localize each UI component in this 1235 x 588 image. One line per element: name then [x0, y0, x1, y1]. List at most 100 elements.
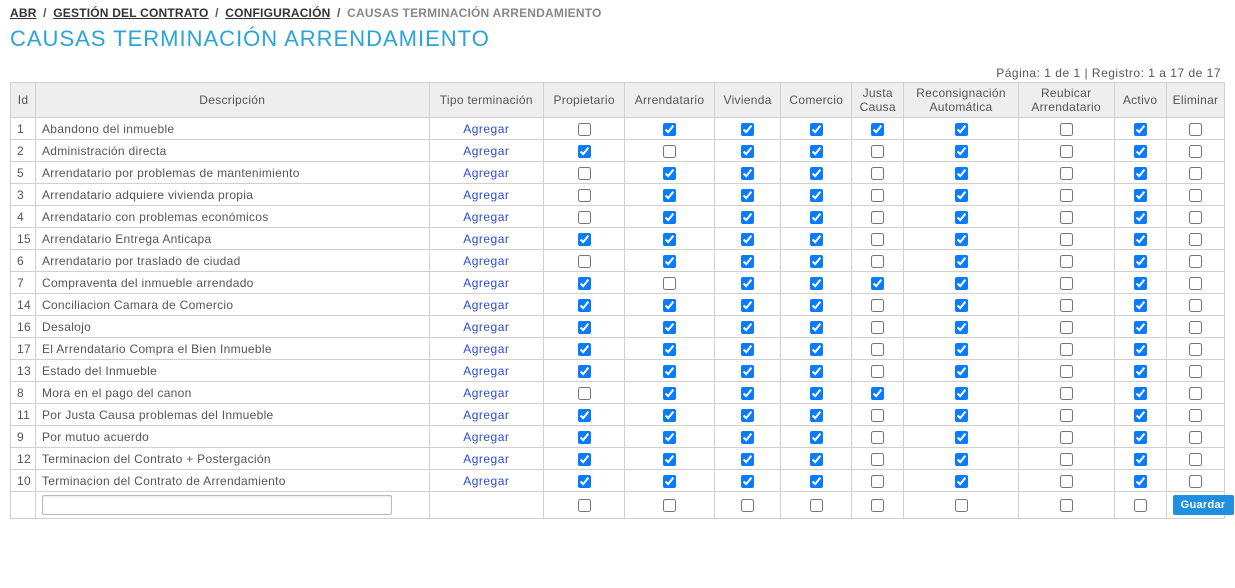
chk-vivienda[interactable] [741, 387, 754, 400]
chk-propietario[interactable] [578, 145, 591, 158]
chk-arrendatario[interactable] [663, 123, 676, 136]
chk-vivienda[interactable] [741, 189, 754, 202]
chk-propietario[interactable] [578, 453, 591, 466]
chk-reubicar[interactable] [1060, 255, 1073, 268]
chk-comercio[interactable] [810, 453, 823, 466]
chk-propietario[interactable] [578, 233, 591, 246]
chk-reubicar[interactable] [1060, 299, 1073, 312]
chk-reconsignacion[interactable] [955, 453, 968, 466]
chk-propietario[interactable] [578, 277, 591, 290]
chk-reconsignacion[interactable] [955, 321, 968, 334]
chk-arrendatario[interactable] [663, 233, 676, 246]
chk-reubicar[interactable] [1060, 189, 1073, 202]
chk-comercio[interactable] [810, 431, 823, 444]
chk-vivienda[interactable] [741, 233, 754, 246]
chk-reubicar[interactable] [1060, 277, 1073, 290]
chk-propietario[interactable] [578, 167, 591, 180]
chk-eliminar[interactable] [1189, 453, 1202, 466]
chk-comercio[interactable] [810, 189, 823, 202]
chk-justa-causa[interactable] [871, 365, 884, 378]
chk-justa-causa[interactable] [871, 255, 884, 268]
chk-activo[interactable] [1134, 211, 1147, 224]
agregar-link[interactable]: Agregar [463, 166, 509, 180]
chk-activo[interactable] [1134, 409, 1147, 422]
chk-justa-causa[interactable] [871, 211, 884, 224]
chk-reubicar[interactable] [1060, 145, 1073, 158]
chk-reconsignacion[interactable] [955, 233, 968, 246]
chk-eliminar[interactable] [1189, 409, 1202, 422]
chk-reconsignacion[interactable] [955, 387, 968, 400]
chk-reconsignacion[interactable] [955, 431, 968, 444]
chk-vivienda[interactable] [741, 145, 754, 158]
chk-propietario[interactable] [578, 211, 591, 224]
chk-activo[interactable] [1134, 167, 1147, 180]
chk-justa-causa[interactable] [871, 233, 884, 246]
chk-eliminar[interactable] [1189, 431, 1202, 444]
chk-activo[interactable] [1134, 321, 1147, 334]
chk-comercio[interactable] [810, 299, 823, 312]
chk-vivienda[interactable] [741, 365, 754, 378]
agregar-link[interactable]: Agregar [463, 320, 509, 334]
chk-activo[interactable] [1134, 277, 1147, 290]
chk-comercio[interactable] [810, 277, 823, 290]
chk-activo[interactable] [1134, 499, 1147, 512]
chk-reubicar[interactable] [1060, 343, 1073, 356]
chk-vivienda[interactable] [741, 277, 754, 290]
chk-activo[interactable] [1134, 343, 1147, 356]
agregar-link[interactable]: Agregar [463, 210, 509, 224]
chk-eliminar[interactable] [1189, 343, 1202, 356]
chk-vivienda[interactable] [741, 211, 754, 224]
chk-reubicar[interactable] [1060, 123, 1073, 136]
chk-propietario[interactable] [578, 409, 591, 422]
chk-propietario[interactable] [578, 499, 591, 512]
chk-arrendatario[interactable] [663, 145, 676, 158]
agregar-link[interactable]: Agregar [463, 276, 509, 290]
breadcrumb-config[interactable]: CONFIGURACIÓN [225, 6, 330, 20]
chk-comercio[interactable] [810, 145, 823, 158]
chk-reubicar[interactable] [1060, 167, 1073, 180]
chk-reubicar[interactable] [1060, 365, 1073, 378]
chk-comercio[interactable] [810, 475, 823, 488]
chk-vivienda[interactable] [741, 475, 754, 488]
agregar-link[interactable]: Agregar [463, 188, 509, 202]
chk-vivienda[interactable] [741, 499, 754, 512]
agregar-link[interactable]: Agregar [463, 408, 509, 422]
chk-vivienda[interactable] [741, 167, 754, 180]
chk-arrendatario[interactable] [663, 431, 676, 444]
chk-propietario[interactable] [578, 299, 591, 312]
chk-reconsignacion[interactable] [955, 499, 968, 512]
chk-arrendatario[interactable] [663, 299, 676, 312]
agregar-link[interactable]: Agregar [463, 364, 509, 378]
chk-justa-causa[interactable] [871, 321, 884, 334]
chk-activo[interactable] [1134, 299, 1147, 312]
chk-comercio[interactable] [810, 211, 823, 224]
chk-arrendatario[interactable] [663, 387, 676, 400]
chk-comercio[interactable] [810, 365, 823, 378]
chk-reconsignacion[interactable] [955, 255, 968, 268]
chk-justa-causa[interactable] [871, 499, 884, 512]
chk-reconsignacion[interactable] [955, 189, 968, 202]
chk-eliminar[interactable] [1189, 145, 1202, 158]
chk-arrendatario[interactable] [663, 475, 676, 488]
chk-comercio[interactable] [810, 343, 823, 356]
chk-reconsignacion[interactable] [955, 145, 968, 158]
agregar-link[interactable]: Agregar [463, 298, 509, 312]
chk-comercio[interactable] [810, 499, 823, 512]
chk-reubicar[interactable] [1060, 499, 1073, 512]
chk-eliminar[interactable] [1189, 189, 1202, 202]
agregar-link[interactable]: Agregar [463, 122, 509, 136]
chk-justa-causa[interactable] [871, 387, 884, 400]
descripcion-input[interactable] [42, 495, 392, 515]
chk-arrendatario[interactable] [663, 453, 676, 466]
chk-arrendatario[interactable] [663, 255, 676, 268]
chk-activo[interactable] [1134, 233, 1147, 246]
agregar-link[interactable]: Agregar [463, 342, 509, 356]
chk-eliminar[interactable] [1189, 233, 1202, 246]
chk-reconsignacion[interactable] [955, 211, 968, 224]
chk-justa-causa[interactable] [871, 453, 884, 466]
chk-reconsignacion[interactable] [955, 365, 968, 378]
chk-comercio[interactable] [810, 387, 823, 400]
chk-reconsignacion[interactable] [955, 299, 968, 312]
chk-eliminar[interactable] [1189, 365, 1202, 378]
agregar-link[interactable]: Agregar [463, 144, 509, 158]
